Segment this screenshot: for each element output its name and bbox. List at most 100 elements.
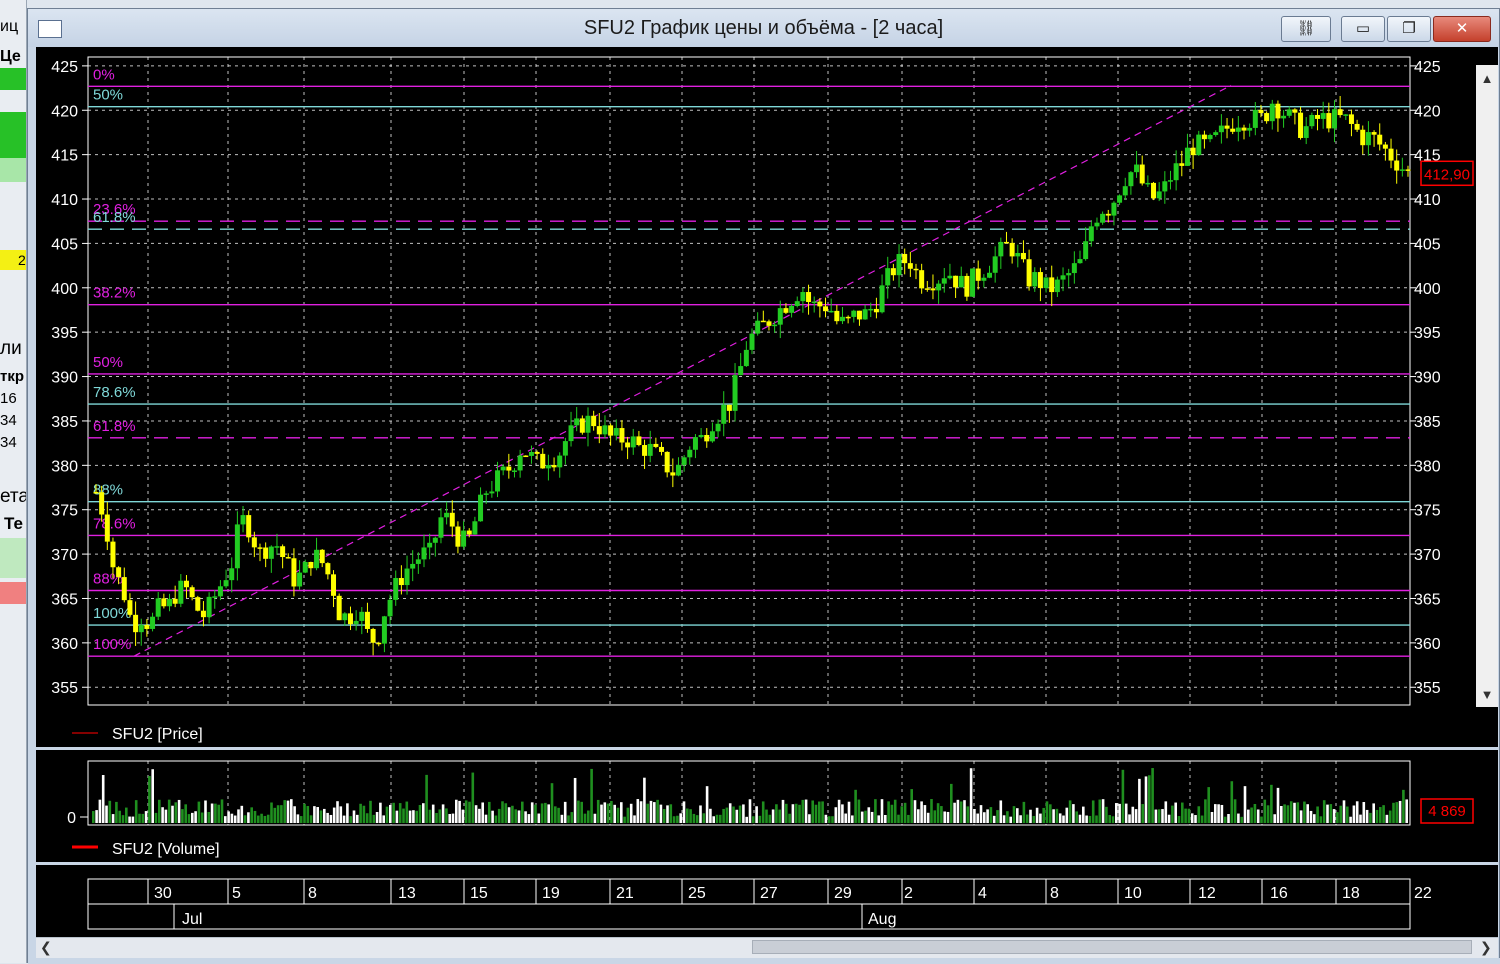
volume-bar [326, 812, 329, 823]
volume-bar [194, 811, 197, 823]
volume-bar [319, 810, 323, 823]
volume-bar [887, 801, 890, 823]
volume-bar [1042, 807, 1045, 823]
volume-bar [497, 808, 501, 823]
volume-bar [811, 800, 814, 823]
chart-area[interactable]: 425 425 420 420 415 415 410 410 405 405 400 400 395 3… [36, 47, 1498, 937]
candle-body [234, 524, 240, 569]
candle-body [1003, 241, 1009, 244]
volume-bar [412, 810, 415, 823]
x-day-label: 15 [470, 885, 488, 902]
close-button[interactable]: ✕ [1433, 16, 1491, 42]
candle-body [1134, 164, 1140, 173]
volume-bar [177, 799, 181, 823]
minimize-button[interactable]: ▭ [1341, 16, 1385, 42]
candle-body [121, 577, 127, 601]
candle-body [1060, 275, 1066, 280]
candle-body [907, 263, 913, 269]
scrollbar-thumb[interactable] [752, 940, 1472, 954]
candle-body [274, 546, 280, 548]
candle-body [1100, 213, 1106, 223]
chart-window: SFU2 График цены и объёма - [2 часа] ⛓ ▭… [27, 8, 1500, 964]
volume-bar [385, 806, 389, 823]
horizontal-scrollbar[interactable]: ❮ ❯ [36, 937, 1498, 958]
volume-bar [524, 811, 527, 823]
y-tick-label-left: 410 [51, 192, 78, 209]
candle-body [687, 449, 693, 458]
volume-bar [1078, 814, 1082, 823]
candle-body [1162, 181, 1168, 192]
candle-body [1054, 279, 1060, 293]
volume-bar [1273, 814, 1276, 823]
left-fragment-text: 34 [0, 412, 17, 429]
fibonacci-level-label: 61.8% [93, 209, 136, 226]
candle-body [1230, 128, 1236, 132]
candle-body [381, 616, 387, 644]
candle-body [534, 451, 540, 454]
volume-bar [1072, 804, 1075, 823]
x-day-label: 22 [1414, 885, 1432, 902]
volume-bar [1075, 811, 1078, 823]
candle-body [992, 256, 998, 273]
chart-svg[interactable]: 425 425420 420415 415410 410405 405400 400395 3… [36, 47, 1498, 937]
volume-bar [1237, 813, 1240, 823]
scroll-right-icon[interactable]: ❯ [1480, 939, 1494, 955]
fibonacci-level-label: 50% [93, 354, 123, 371]
fibonacci-level-label: 38.2% [93, 285, 136, 302]
volume-bar [649, 800, 653, 823]
candle-body [178, 580, 184, 604]
volume-bar [461, 809, 465, 823]
volume-bar [494, 815, 498, 823]
volume-bar [1157, 809, 1161, 823]
candle-body [1156, 191, 1162, 199]
volume-bar [742, 804, 745, 823]
volume-bar [959, 801, 963, 823]
volume-bar [309, 815, 313, 823]
volume-bar [976, 813, 979, 823]
last-price-label: 412,90 [1424, 166, 1470, 183]
volume-bar [260, 813, 263, 823]
price-legend-label: SFU2 [Price] [112, 726, 203, 743]
scroll-left-icon[interactable]: ❮ [40, 939, 54, 955]
volume-bar [752, 816, 755, 823]
volume-bar [616, 807, 620, 823]
volume-bar [247, 812, 250, 823]
candle-body [455, 526, 461, 547]
candle-body [1348, 114, 1354, 124]
candle-body [823, 306, 829, 312]
left-green-cell [0, 538, 26, 578]
candle-body [873, 308, 879, 313]
volume-bar [257, 815, 260, 823]
volume-bar [570, 812, 574, 823]
volume-y-tick-label: 0 [67, 810, 76, 827]
volume-bar [1204, 799, 1207, 823]
volume-bar [841, 804, 844, 823]
volume-bar [1299, 810, 1303, 823]
volume-bar [1177, 816, 1181, 823]
link-icon[interactable]: ⛓ [1281, 16, 1331, 42]
left-panel-fragment: иц Це 2 ли ткр 16 34 34 ета Те [0, 0, 27, 963]
candle-body [664, 451, 670, 473]
candle-body [438, 517, 444, 538]
volume-bar [827, 816, 831, 823]
volume-bar [438, 809, 442, 823]
volume-bar [712, 816, 715, 823]
volume-bar [1303, 801, 1306, 823]
candle-body [167, 598, 173, 607]
candle-body [421, 547, 427, 560]
maximize-button[interactable]: ❐ [1387, 16, 1431, 42]
volume-bar [362, 805, 366, 823]
volume-bar [1049, 804, 1052, 823]
volume-bar [593, 813, 597, 823]
volume-bar [636, 799, 640, 823]
title-bar[interactable]: SFU2 График цены и объёма - [2 часа] ⛓ ▭… [28, 9, 1499, 47]
volume-bar [204, 800, 207, 823]
volume-bar [101, 775, 105, 823]
volume-bar [270, 802, 273, 823]
volume-bar [435, 812, 438, 823]
volume-bar [154, 812, 158, 823]
volume-bar [973, 809, 976, 823]
candle-body [834, 310, 840, 322]
volume-bar [356, 814, 359, 823]
candle-body [715, 423, 721, 432]
